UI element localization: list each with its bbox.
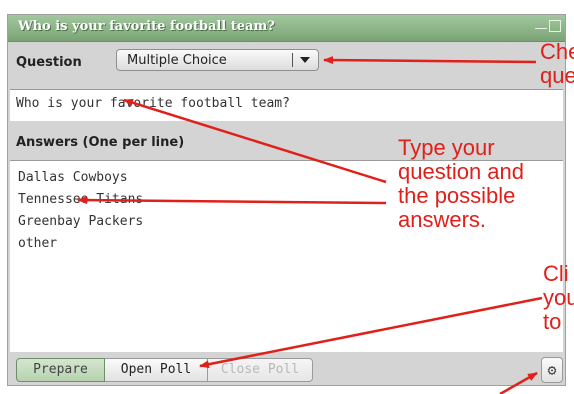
settings-button[interactable]: ⚙: [541, 357, 563, 383]
question-label: Question: [16, 55, 82, 70]
answer-line: other: [18, 236, 58, 251]
window-title: Who is your favorite football team?: [18, 19, 275, 34]
prepare-button[interactable]: Prepare: [16, 358, 105, 382]
annotation-line: the possible: [398, 183, 516, 208]
annotation-line: to: [543, 309, 562, 334]
question-type-select[interactable]: Multiple Choice: [116, 49, 319, 71]
annotation-line: answers.: [398, 207, 487, 232]
annotation-line: Cli: [543, 261, 569, 286]
annotation-line: que: [540, 63, 574, 88]
close-poll-button[interactable]: Close Poll: [208, 358, 313, 382]
annotation-line: question and: [398, 159, 524, 184]
maximize-icon[interactable]: [549, 20, 561, 32]
chevron-down-icon[interactable]: [300, 57, 310, 63]
annotation-bottom-right: Cli you to: [543, 262, 574, 334]
question-input[interactable]: Who is your favorite football team?: [10, 89, 563, 121]
question-row: Question Multiple Choice: [8, 45, 565, 77]
annotation-line: Che: [540, 39, 574, 64]
gear-icon: ⚙: [547, 361, 557, 379]
minimize-icon[interactable]: [535, 20, 547, 29]
annotation-middle: Type your question and the possible answ…: [398, 136, 524, 232]
annotation-line: Type your: [398, 135, 495, 160]
select-separator: [292, 53, 293, 67]
poll-toolbar: Prepare Open Poll Close Poll ⚙: [10, 355, 563, 385]
annotation-line: you: [543, 285, 574, 310]
answers-label: Answers (One per line): [16, 135, 185, 150]
open-poll-button[interactable]: Open Poll: [105, 358, 208, 382]
annotation-top-right: Che que: [540, 40, 574, 88]
question-type-value: Multiple Choice: [127, 53, 227, 68]
title-bar[interactable]: Who is your favorite football team?: [8, 15, 565, 42]
